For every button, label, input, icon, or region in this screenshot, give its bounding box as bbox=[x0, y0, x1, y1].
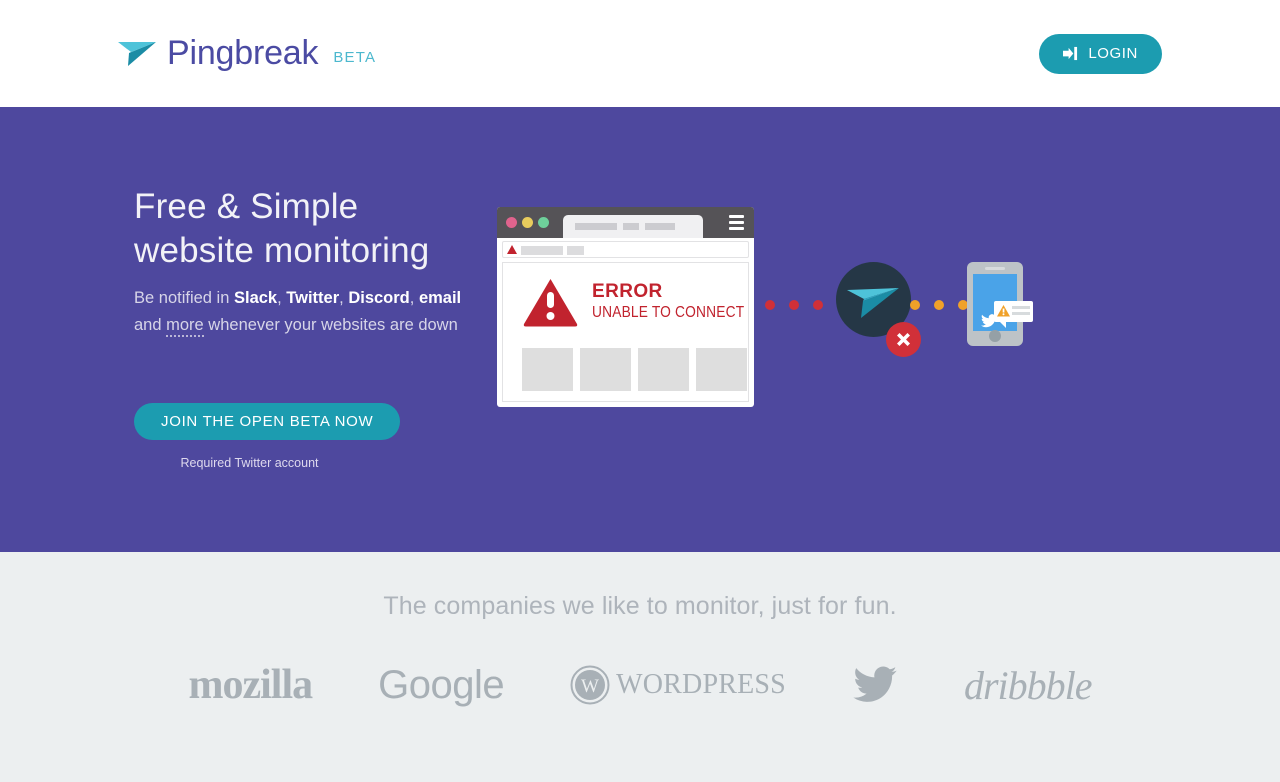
browser-url-bar bbox=[502, 241, 749, 258]
paper-plane-icon bbox=[847, 288, 899, 318]
dot bbox=[813, 300, 823, 310]
company-logos-row: mozilla Google W WORDPRESS dribbble bbox=[0, 661, 1280, 709]
smartphone-icon bbox=[967, 262, 1033, 346]
failed-request-dots bbox=[765, 300, 847, 310]
hero-sub-prefix: Be notified in bbox=[134, 289, 234, 307]
hero-illustration: ERROR UNABLE TO CONNECT bbox=[497, 207, 1037, 417]
brand-logo[interactable]: Pingbreak BETA bbox=[118, 34, 376, 73]
placeholder-block bbox=[522, 348, 573, 391]
dot bbox=[765, 300, 775, 310]
window-close-dot bbox=[506, 217, 517, 228]
hero-title: Free & Simple website monitoring bbox=[134, 185, 474, 273]
channel-email: email bbox=[418, 289, 462, 307]
phone-screen bbox=[973, 274, 1033, 331]
companies-heading: The companies we like to monitor, just f… bbox=[383, 592, 897, 620]
toast-text-line bbox=[1012, 306, 1030, 309]
hero-copy: Free & Simple website monitoring Be noti… bbox=[134, 185, 474, 338]
error-title: ERROR bbox=[592, 281, 663, 302]
warning-triangle-icon bbox=[507, 245, 517, 254]
site-header: Pingbreak BETA LOGIN bbox=[0, 0, 1280, 107]
paper-plane-icon bbox=[118, 41, 156, 66]
window-maximize-dot bbox=[538, 217, 549, 228]
x-mark bbox=[897, 333, 910, 346]
brand-name: Pingbreak bbox=[167, 34, 319, 72]
logo-wordpress: W WORDPRESS bbox=[570, 665, 786, 705]
login-label: LOGIN bbox=[1088, 45, 1138, 62]
hero-sub-tail: whenever your websites are down bbox=[203, 315, 458, 334]
cta-note: Required Twitter account bbox=[180, 456, 319, 470]
sep-1: , bbox=[277, 289, 287, 307]
logo-wordpress-text: WORDPRESS bbox=[616, 669, 786, 700]
tab-placeholder-bar bbox=[645, 223, 675, 230]
browser-tab bbox=[563, 215, 703, 238]
browser-window-mock: ERROR UNABLE TO CONNECT bbox=[497, 207, 754, 407]
placeholder-block bbox=[580, 348, 631, 391]
twitter-bird-icon bbox=[853, 666, 897, 702]
svg-text:W: W bbox=[581, 676, 599, 697]
brand-beta-badge: BETA bbox=[333, 48, 377, 66]
url-placeholder-bar bbox=[567, 246, 584, 255]
wordpress-icon: W bbox=[570, 665, 610, 705]
dot bbox=[910, 300, 920, 310]
hamburger-menu-icon bbox=[729, 215, 744, 233]
toast-text-line bbox=[1012, 312, 1030, 315]
login-button[interactable]: LOGIN bbox=[1039, 33, 1162, 74]
logo-google: Google bbox=[378, 662, 505, 707]
browser-titlebar bbox=[497, 207, 754, 238]
tab-placeholder-bar bbox=[623, 223, 639, 230]
more-link[interactable]: more bbox=[166, 315, 204, 337]
x-circle-icon bbox=[886, 322, 921, 357]
hero-title-line-1: Free & Simple bbox=[134, 187, 359, 226]
sep-3: , bbox=[409, 289, 419, 307]
dot bbox=[789, 300, 799, 310]
hero-title-line-2: website monitoring bbox=[134, 231, 430, 270]
phone-home-button bbox=[989, 330, 1001, 342]
sep-2: , bbox=[339, 289, 349, 307]
alert-sent-dots bbox=[910, 300, 968, 310]
dot bbox=[934, 300, 944, 310]
error-subtitle: UNABLE TO CONNECT bbox=[592, 304, 745, 321]
error-block: ERROR UNABLE TO CONNECT bbox=[523, 277, 769, 327]
tab-placeholder-bar bbox=[575, 223, 617, 230]
phone-speaker bbox=[985, 267, 1005, 270]
placeholder-block bbox=[696, 348, 747, 391]
channel-discord: Discord bbox=[348, 289, 410, 307]
logo-mozilla: mozilla bbox=[188, 662, 313, 708]
channel-slack: Slack bbox=[233, 289, 278, 307]
warning-triangle-icon bbox=[997, 305, 1010, 317]
logo-twitter bbox=[852, 666, 898, 704]
hero-section: Free & Simple website monitoring Be noti… bbox=[0, 107, 1280, 552]
url-placeholder-bar bbox=[521, 246, 563, 255]
companies-section: The companies we like to monitor, just f… bbox=[0, 552, 1280, 782]
browser-viewport: ERROR UNABLE TO CONNECT bbox=[502, 262, 749, 402]
placeholder-block bbox=[638, 348, 689, 391]
error-warning-triangle-icon bbox=[523, 279, 578, 327]
join-beta-button[interactable]: JOIN THE OPEN BETA NOW bbox=[134, 403, 401, 440]
channel-twitter: Twitter bbox=[286, 289, 340, 307]
notification-toast bbox=[994, 301, 1033, 328]
sign-in-icon bbox=[1063, 46, 1078, 61]
window-minimize-dot bbox=[522, 217, 533, 228]
hero-sub-and: and bbox=[134, 315, 167, 334]
hero-subtitle: Be notified in Slack, Twitter, Discord, … bbox=[134, 285, 474, 338]
logo-dribbble: dribbble bbox=[963, 662, 1093, 708]
content-placeholders bbox=[522, 348, 747, 391]
